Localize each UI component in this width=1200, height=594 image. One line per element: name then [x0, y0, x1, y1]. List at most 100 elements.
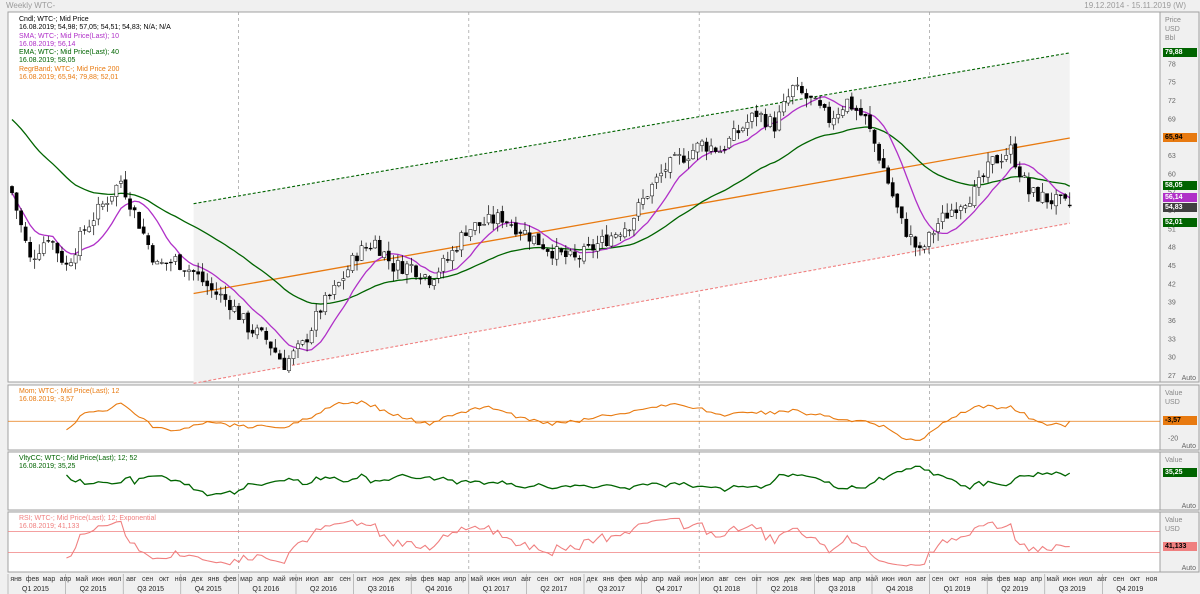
month-tick-label: май: [273, 575, 286, 583]
candle-body: [595, 243, 600, 252]
price-badge: -3,57: [1163, 416, 1197, 426]
candle-body: [736, 130, 741, 134]
price-tick-label: 60: [1168, 171, 1176, 178]
candle-body: [781, 101, 786, 113]
candle-body: [700, 140, 704, 146]
candle-body: [550, 251, 555, 259]
price-tick-label: 36: [1168, 318, 1176, 325]
month-tick-label: апр: [850, 576, 862, 583]
month-tick-label: июн: [684, 576, 697, 583]
price-tick-label: 45: [1168, 263, 1176, 270]
candle-body: [423, 274, 427, 278]
candle-body: [559, 248, 564, 253]
candle-body: [205, 280, 210, 287]
price-axis-header: Bbl: [1165, 35, 1176, 42]
candle-body: [904, 218, 909, 237]
auto-label: Auto: [1182, 443, 1197, 450]
quarter-tick-label: Q2 2016: [310, 586, 337, 593]
month-tick-label: авг: [719, 576, 730, 583]
price-badge: 54,83: [1163, 202, 1197, 212]
candle-body: [96, 203, 101, 220]
candle-body: [677, 154, 682, 156]
legend-line: 16.08.2019; -3,57: [19, 396, 74, 404]
candle-body: [514, 222, 518, 235]
candle-body: [918, 245, 922, 249]
candle-body: [1049, 200, 1054, 205]
candle-body: [727, 137, 732, 149]
candle-body: [232, 306, 237, 312]
candle-body: [373, 239, 378, 249]
candle-body: [159, 262, 164, 264]
candle-body: [859, 107, 863, 116]
candle-body: [940, 212, 945, 222]
price-tick-label: 63: [1168, 153, 1176, 160]
month-tick-label: апр: [455, 576, 467, 583]
candle-body: [318, 310, 323, 313]
candle-body: [682, 155, 686, 163]
candle-body: [886, 167, 890, 184]
month-tick-label: июл: [306, 576, 319, 583]
candle-body: [119, 180, 123, 184]
candle-body: [100, 203, 105, 207]
candle-body: [128, 198, 132, 210]
legend-line: Mom; WTC-; Mid Price(Last); 12: [19, 388, 120, 395]
candle-body: [405, 263, 409, 275]
candle-body: [1008, 144, 1013, 155]
candle-body: [114, 184, 119, 197]
month-tick-label: мар: [43, 576, 56, 583]
candle-body: [427, 276, 432, 286]
candle-body: [958, 206, 963, 211]
candle-body: [731, 128, 736, 141]
candle-body: [441, 258, 446, 272]
candle-body: [582, 246, 586, 262]
month-tick-label: янв: [10, 576, 22, 583]
candle-body: [1045, 193, 1049, 203]
value-axis-header: USD: [1165, 526, 1180, 533]
quarter-tick-label: Q4 2018: [886, 586, 913, 593]
month-tick-label: фев: [421, 576, 435, 583]
candle-body: [32, 258, 37, 260]
price-badge: 56,14: [1163, 192, 1197, 202]
auto-label: Auto: [1182, 565, 1197, 572]
candle-body: [968, 203, 972, 207]
legend-line: 16.08.2019; 65,94; 79,88; 52,01: [19, 74, 119, 82]
candle-body: [23, 226, 28, 241]
candle-body: [963, 205, 968, 209]
candle-body: [495, 212, 500, 224]
quarter-tick-label: Q2 2017: [540, 586, 567, 593]
candle-body: [722, 149, 727, 151]
candle-body: [477, 222, 482, 226]
candle-body: [287, 358, 291, 372]
month-tick-label: мар: [240, 576, 253, 583]
candle-body: [909, 234, 913, 237]
value-axis-header: Value: [1165, 517, 1182, 524]
price-axis-header: Price: [1165, 17, 1181, 24]
candle-body: [827, 106, 831, 123]
candle-body: [790, 85, 795, 97]
candle-body: [391, 263, 396, 272]
candle-body: [200, 271, 205, 283]
candle-body: [672, 154, 677, 156]
candle-body: [600, 235, 604, 243]
legend-line: 16.08.2019; 54,98; 57,05; 54,51; 54,83; …: [19, 24, 171, 32]
month-tick-label: сен: [340, 576, 351, 583]
legend-line: RegrBand; WTC-; Mid Price 200: [19, 65, 120, 73]
candle-body: [305, 339, 309, 343]
chart-canvas[interactable]: Auto Auto Auto Auto Price USD Bbl Value USD Value…: [0, 0, 1200, 594]
candle-body: [777, 111, 782, 131]
candle-body: [396, 260, 400, 271]
candle-body: [69, 262, 73, 266]
candle-body: [51, 241, 55, 243]
month-tick-label: мар: [1014, 576, 1027, 583]
candle-body: [1027, 177, 1031, 195]
price-tick-label: 33: [1168, 336, 1176, 343]
candle-body: [609, 235, 614, 247]
month-tick-label: сен: [734, 576, 745, 583]
candle-body: [87, 226, 92, 232]
candle-body: [482, 224, 486, 226]
candle-body: [255, 327, 259, 336]
candle-body: [877, 143, 881, 161]
candle-body: [1058, 194, 1063, 196]
candle-body: [954, 209, 959, 214]
quarter-tick-label: Q2 2018: [771, 586, 798, 593]
